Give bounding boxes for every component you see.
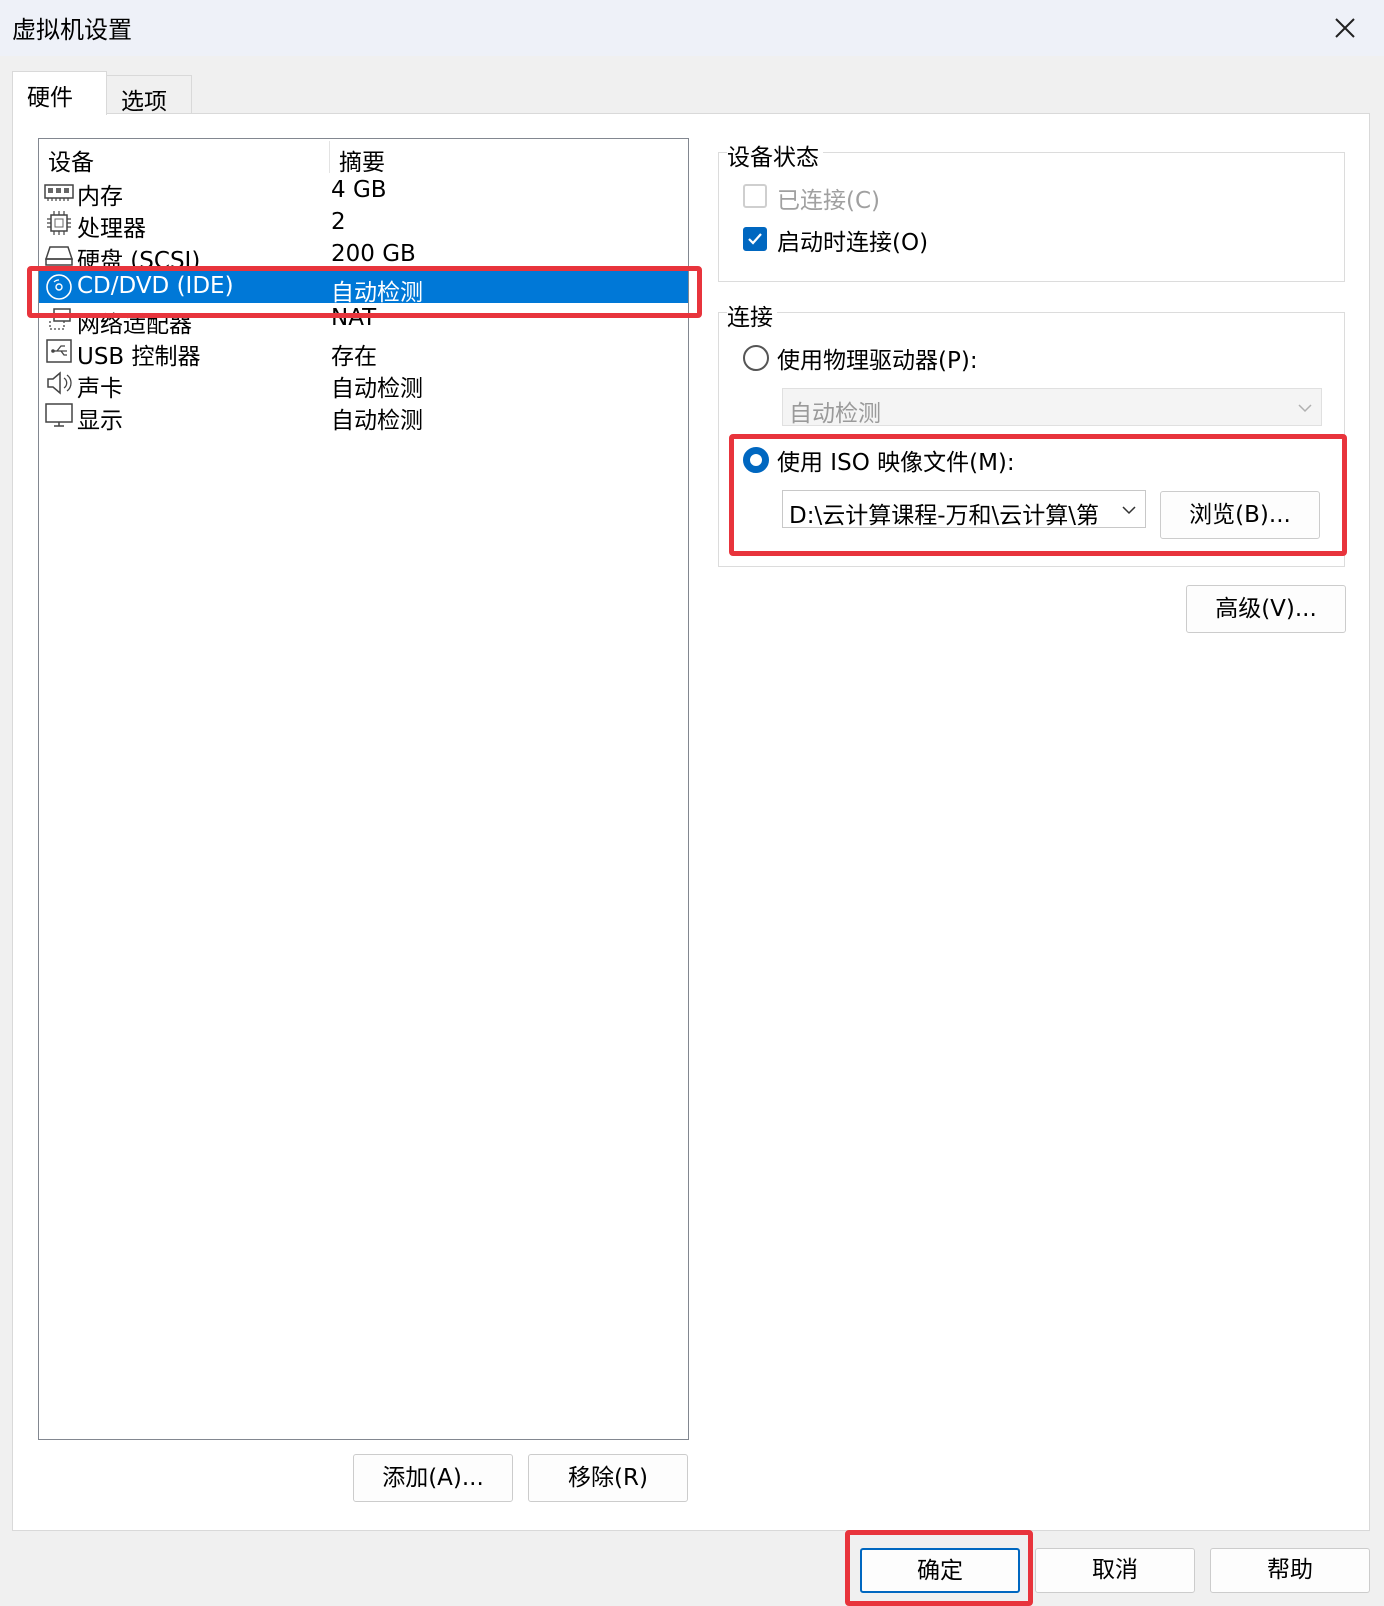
column-header-device[interactable]: 设备 [48, 143, 94, 177]
cd-dvd-icon [46, 274, 72, 300]
processor-icon [47, 211, 71, 235]
device-list[interactable]: 设备 摘要 内存 4 GB 处理器 2 硬盘 (SCSI) 200 GB CD/… [38, 138, 689, 1440]
physical-drive-radio[interactable] [743, 345, 769, 371]
device-summary: 2 [331, 209, 346, 235]
physical-drive-select-value: 自动检测 [789, 401, 881, 426]
device-row-cd-dvd[interactable]: CD/DVD (IDE) 自动检测 [39, 271, 688, 306]
physical-drive-select[interactable]: 自动检测 [782, 388, 1322, 426]
device-row-memory[interactable]: 内存 4 GB [39, 175, 688, 210]
ok-button[interactable]: 确定 [860, 1548, 1020, 1593]
device-summary: 自动检测 [331, 280, 423, 306]
close-button[interactable] [1325, 8, 1365, 48]
checkmark-icon [748, 233, 762, 245]
device-name: USB 控制器 [77, 344, 201, 370]
physical-drive-label[interactable]: 使用物理驱动器(P): [777, 341, 978, 375]
device-row-network-adapter[interactable]: 网络适配器 NAT [39, 303, 688, 338]
connect-at-power-on-checkbox[interactable] [743, 227, 767, 251]
device-summary: 4 GB [331, 177, 387, 203]
connected-label[interactable]: 已连接(C) [777, 181, 880, 215]
add-button[interactable]: 添加(A)... [353, 1454, 513, 1502]
hard-disk-icon [44, 246, 74, 266]
tab-hardware[interactable]: 硬件 [12, 71, 107, 115]
chevron-down-icon [1298, 404, 1312, 413]
chevron-down-icon [1121, 505, 1137, 515]
column-separator[interactable] [329, 141, 330, 173]
device-name: 处理器 [77, 216, 146, 242]
device-summary: 200 GB [331, 241, 416, 267]
connection-title: 连接 [727, 298, 777, 332]
device-summary: 自动检测 [331, 408, 423, 434]
device-summary: 自动检测 [331, 376, 423, 402]
network-adapter-icon [47, 308, 71, 330]
device-summary: 存在 [331, 344, 377, 370]
device-row-usb-controller[interactable]: USB 控制器 存在 [39, 335, 688, 370]
device-name: 网络适配器 [77, 312, 192, 338]
device-row-display[interactable]: 显示 自动检测 [39, 399, 688, 434]
device-name: 显示 [77, 408, 123, 434]
column-header-summary[interactable]: 摘要 [339, 143, 385, 177]
browse-button[interactable]: 浏览(B)... [1160, 491, 1320, 539]
device-status-title: 设备状态 [727, 138, 823, 172]
list-header: 设备 摘要 [39, 139, 688, 177]
iso-image-radio[interactable] [743, 447, 769, 473]
device-row-hard-disk[interactable]: 硬盘 (SCSI) 200 GB [39, 239, 688, 274]
usb-icon [46, 339, 72, 363]
close-icon [1335, 18, 1355, 38]
monitor-icon [45, 403, 73, 427]
device-name: CD/DVD (IDE) [77, 273, 234, 299]
advanced-button[interactable]: 高级(V)... [1186, 585, 1346, 633]
title-bar: 虚拟机设置 [0, 0, 1384, 56]
tab-options[interactable]: 选项 [106, 75, 192, 115]
help-button[interactable]: 帮助 [1210, 1548, 1370, 1593]
speaker-icon [47, 371, 72, 395]
connected-checkbox[interactable] [743, 184, 767, 208]
cancel-button[interactable]: 取消 [1035, 1548, 1195, 1593]
device-row-sound-card[interactable]: 声卡 自动检测 [39, 367, 688, 402]
remove-button[interactable]: 移除(R) [528, 1454, 688, 1502]
iso-image-label[interactable]: 使用 ISO 映像文件(M): [777, 443, 1015, 477]
iso-path-select[interactable]: D:\云计算课程-万和\云计算\第 [782, 490, 1146, 528]
window-title: 虚拟机设置 [12, 16, 132, 44]
device-row-processor[interactable]: 处理器 2 [39, 207, 688, 242]
device-name: 声卡 [77, 376, 123, 402]
memory-icon [44, 184, 74, 201]
connect-at-power-on-label[interactable]: 启动时连接(O) [777, 223, 928, 257]
device-name: 硬盘 (SCSI) [77, 248, 201, 274]
iso-path-value: D:\云计算课程-万和\云计算\第 [789, 503, 1100, 528]
device-summary: NAT [331, 305, 377, 331]
device-name: 内存 [77, 184, 123, 210]
